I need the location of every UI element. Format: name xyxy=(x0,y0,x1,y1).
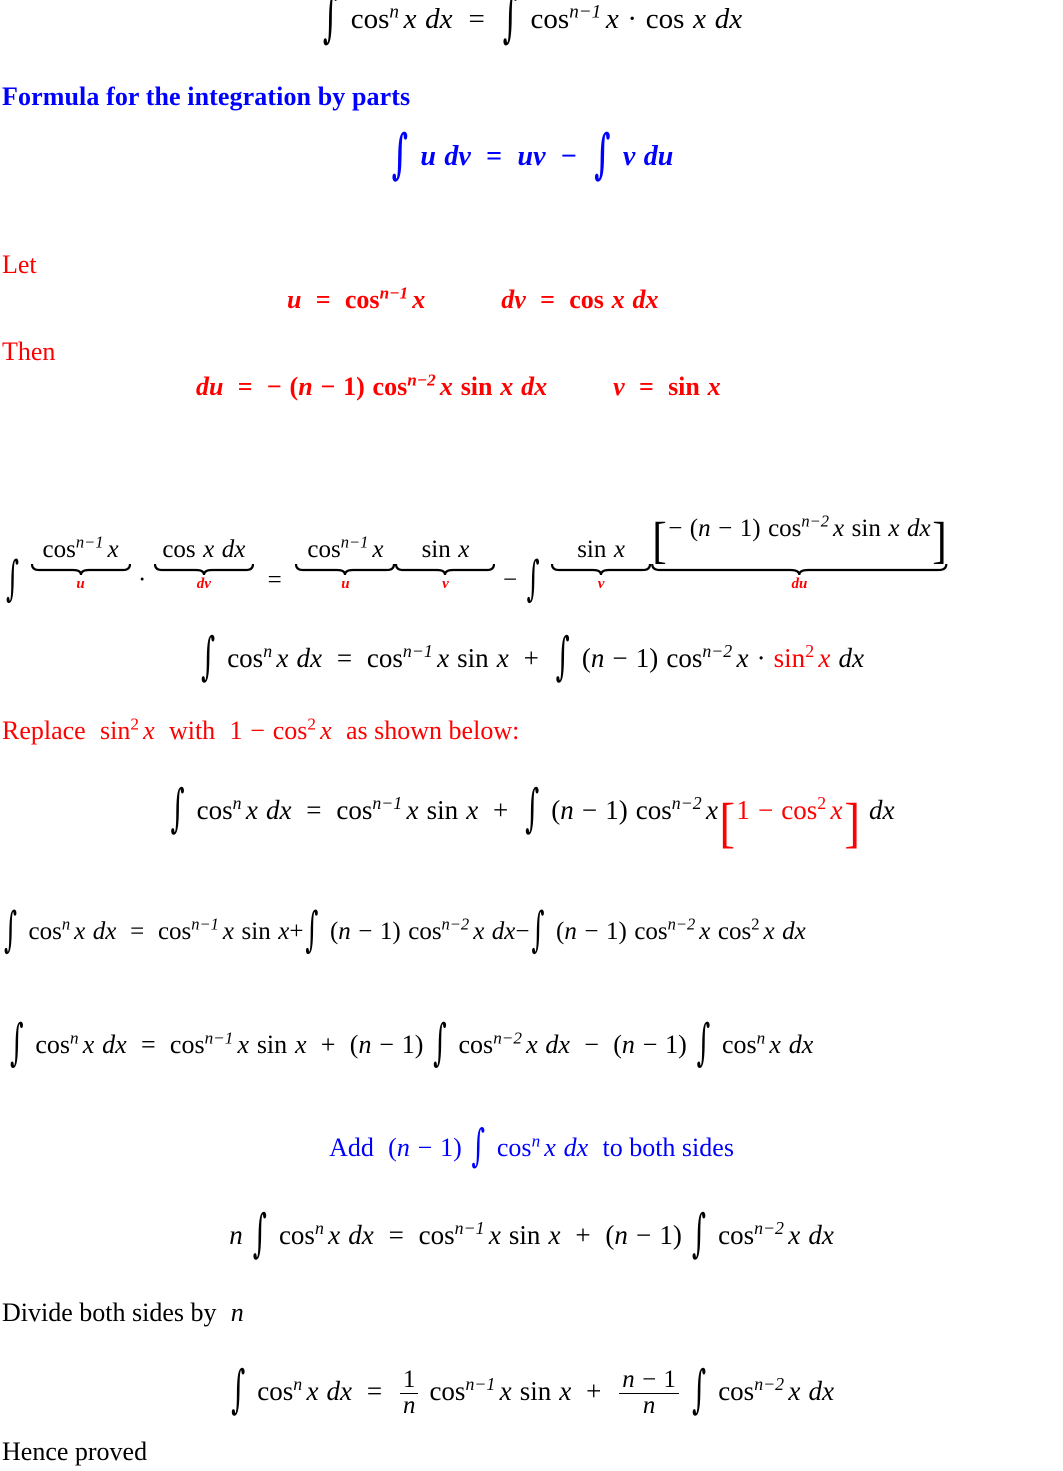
integral-icon: ∫ xyxy=(691,1205,706,1264)
derivative-v: v = sin x xyxy=(613,372,721,401)
note-hence-proved: Hence proved xyxy=(2,1437,148,1466)
equation-let-assignments: u = cosn−1 x dv = cos x dx xyxy=(287,283,659,314)
integral-icon: ∫ xyxy=(201,628,216,687)
derivative-du: du = − (n −1) cosn−2 x sin x dx xyxy=(196,370,548,401)
integral-icon: ∫ xyxy=(305,901,319,958)
equation-collected: ∫ cosn x dx = cosn−1 x sin x + (n −1) ∫ cosn−2 x dx − (n −… xyxy=(10,1015,814,1073)
equation-expanded: ∫ cosn x dx = cosn−1 x sin x+∫ (n −1) cosn−2 x dx−∫ (n… xyxy=(4,901,806,958)
integral-icon: ∫ xyxy=(231,1360,246,1420)
underbrace-v-2: sin x v xyxy=(551,537,651,592)
note-replace-identity: Replace sin2 x with 1− cos2 x as shown below: xyxy=(2,714,520,745)
integral-icon: ∫ xyxy=(692,1360,707,1420)
highlight-sin-squared: sin2 x xyxy=(773,641,831,673)
brace-label: v xyxy=(597,575,605,592)
integral-icon: ∫ xyxy=(170,780,185,839)
integral-icon: ∫ xyxy=(10,1015,24,1073)
integral-icon: ∫ xyxy=(322,0,339,49)
brace-icon xyxy=(31,563,131,576)
integral-icon: ∫ xyxy=(555,628,570,687)
brace-label: u xyxy=(76,575,85,592)
integral-icon: ∫ xyxy=(526,550,540,606)
note-add-to-both-sides: Add (n −1) ∫ cosn x dx to both sides xyxy=(329,1121,734,1173)
brace-label: v xyxy=(442,575,449,592)
equation-start: ∫ cosn x dx = ∫ cosn−1 x · cos x dx xyxy=(0,0,1063,44)
integral-icon: ∫ xyxy=(391,122,408,186)
equation-integration-by-parts: ∫ u dv = uv − ∫ v du xyxy=(391,122,674,186)
integral-icon: ∫ xyxy=(6,550,20,606)
note-divide-both-sides: Divide both sides by n xyxy=(2,1298,244,1327)
integral-icon: ∫ xyxy=(4,901,18,958)
fraction-one-over-n: 1n xyxy=(399,1367,419,1419)
underbrace-dv: cos x dx dv xyxy=(154,537,254,592)
brace-icon xyxy=(551,563,651,576)
integral-icon: ∫ xyxy=(502,0,518,49)
underbrace-v-1: sin x v xyxy=(395,537,495,592)
label-then: Then xyxy=(2,337,56,366)
label-let: Let xyxy=(2,250,37,279)
integral-icon: ∫ xyxy=(471,1121,486,1173)
fraction-n-minus-1-over-n: n −1 n xyxy=(619,1367,679,1419)
integral-icon: ∫ xyxy=(525,780,540,839)
brace-icon xyxy=(154,563,254,576)
brace-icon xyxy=(395,563,495,576)
equation-substituted: ∫ cosn x dx = cosn−1 x sin x + ∫ (n −1) cosn−2 x[1− cos… xyxy=(170,780,895,854)
integral-icon: ∫ xyxy=(696,1015,711,1073)
equation-then-derivatives: du = − (n −1) cosn−2 x sin x dx v = sin x xyxy=(196,370,721,401)
equation-after-parts: ∫ cosn x dx = cosn−1 x sin x + ∫ (n −1) cosn−2 x · sin2 x… xyxy=(201,628,864,687)
integral-icon: ∫ xyxy=(531,901,545,958)
integral-icon: ∫ xyxy=(433,1015,447,1073)
assignment-u: u = cosn−1 x xyxy=(287,283,426,314)
brace-label: u xyxy=(341,575,350,592)
highlight-pythagorean-bracket: [1− cos2 x] xyxy=(719,792,860,854)
equation-with-underbraces: ∫ cosn−1 x u · cos x dx dv = cosn−1 x u sin x v − ∫ sin x v[… xyxy=(6,511,948,606)
brace-icon xyxy=(651,563,948,576)
brace-label: du xyxy=(791,575,808,592)
equation-final-reduction-formula: ∫ cosn x dx = 1 n cosn−1 x sin x + n −1 n ∫ cosn−2 x dx xyxy=(231,1360,834,1420)
integral-icon: ∫ xyxy=(252,1205,267,1264)
heading-integration-by-parts: Formula for the integration by parts xyxy=(2,82,411,111)
assignment-dv: dv = cos x dx xyxy=(501,285,659,314)
integral-icon: ∫ xyxy=(594,122,611,186)
underbrace-u-2: cosn−1 x u xyxy=(295,533,395,592)
brace-icon xyxy=(295,563,395,576)
brace-label: dv xyxy=(196,575,211,592)
underbrace-u-1: cosn−1 x u xyxy=(31,533,131,592)
equation-combined: n ∫ cosn x dx = cosn−1 x sin x + (n −1) ∫ cosn−2 x dx xyxy=(229,1205,834,1264)
underbrace-du: [− (n −1) cosn−2 x sin x dx] du xyxy=(651,511,948,592)
